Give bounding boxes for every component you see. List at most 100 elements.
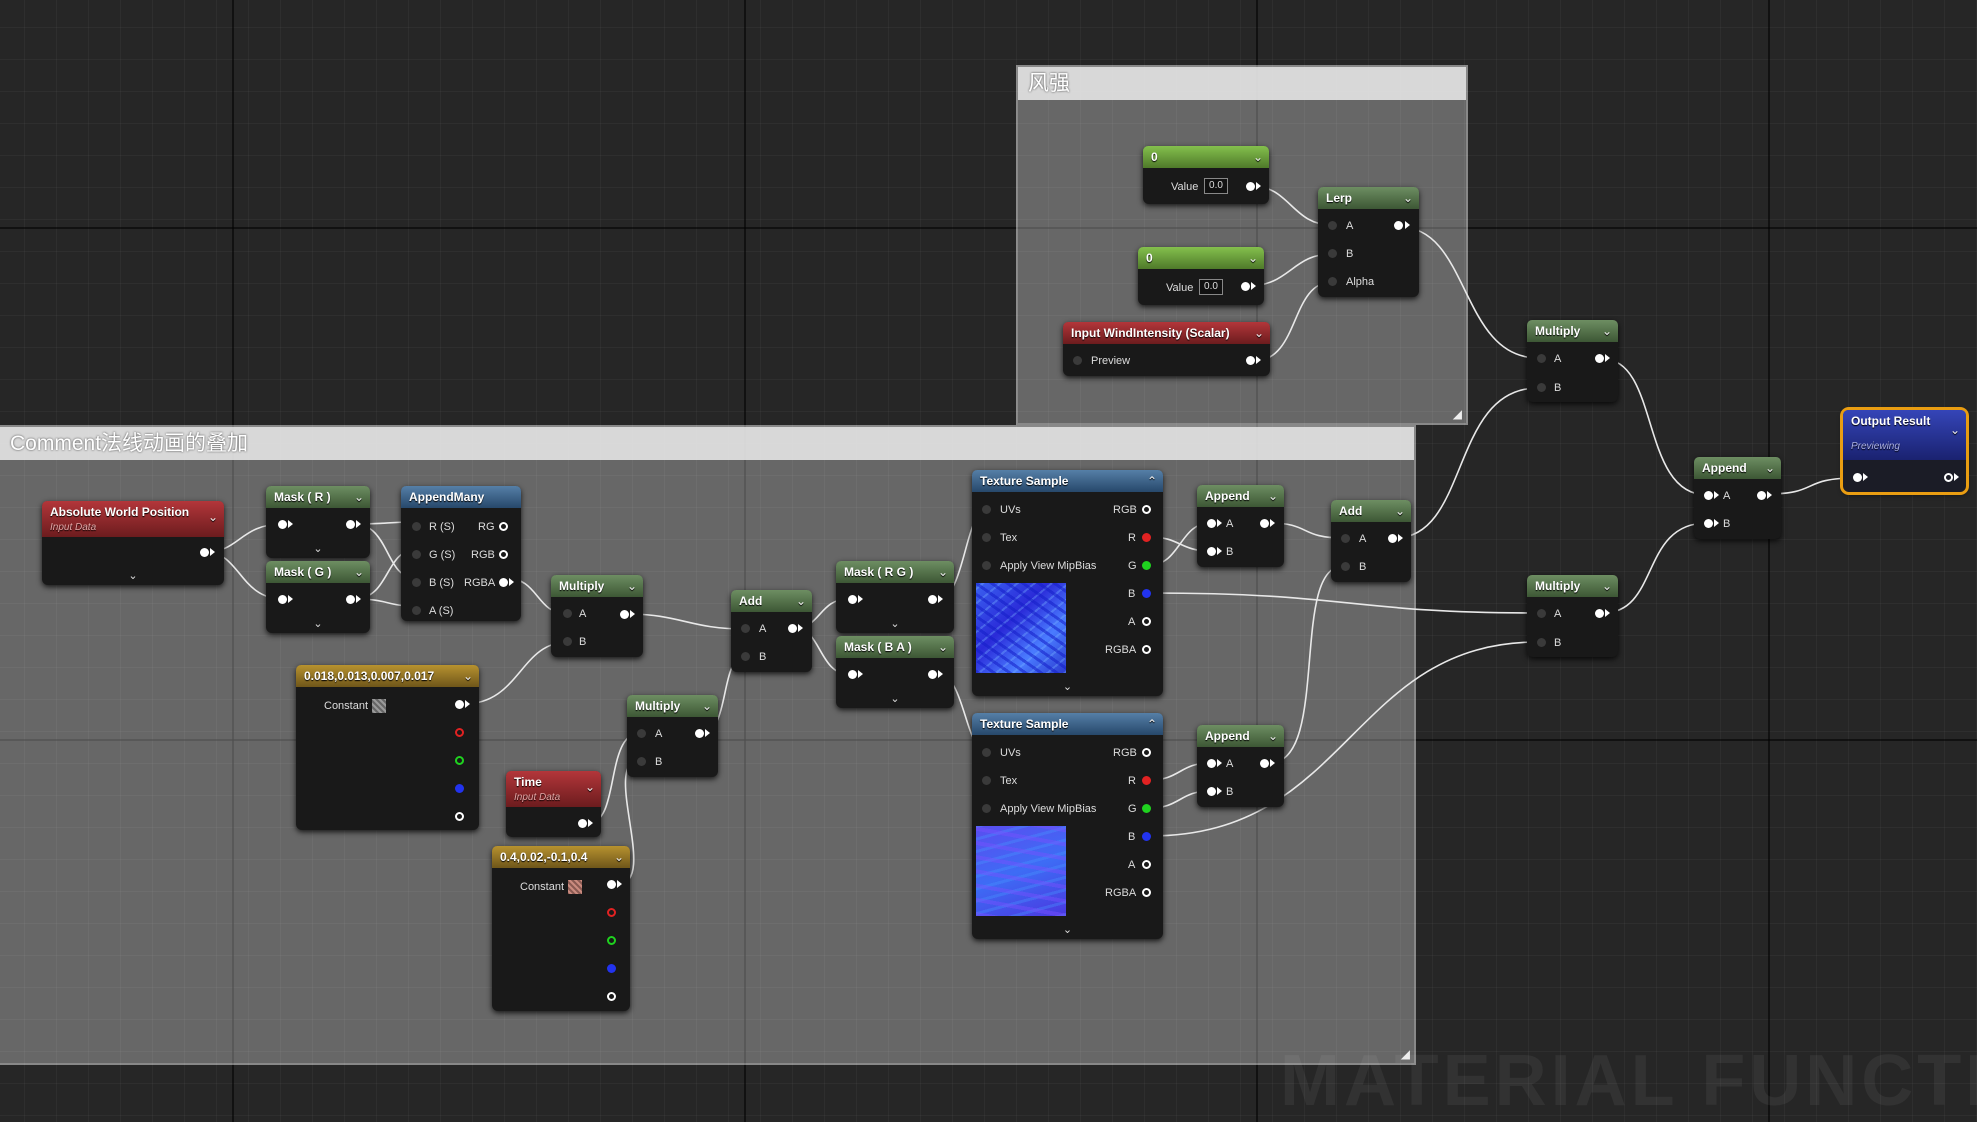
- output-pin-g[interactable]: [607, 936, 616, 945]
- node-header[interactable]: Mask ( B A ) ⌄: [836, 636, 954, 658]
- node-append-1[interactable]: Append ⌄ A B: [1197, 485, 1284, 567]
- input-pin-a[interactable]: [412, 606, 421, 615]
- output-pin-r[interactable]: [455, 728, 464, 737]
- output-pin[interactable]: [1246, 182, 1255, 191]
- comment-title[interactable]: Comment法线动画的叠加: [0, 427, 1414, 460]
- output-pin-g[interactable]: [1142, 561, 1151, 570]
- output-pin-b[interactable]: [455, 784, 464, 793]
- input-pin-a[interactable]: [1704, 491, 1713, 500]
- node-multiply-mid[interactable]: Multiply ⌄ A B: [1527, 575, 1618, 657]
- node-header[interactable]: Multiply ⌄: [627, 695, 718, 717]
- input-pin-a[interactable]: [741, 624, 750, 633]
- input-pin-b[interactable]: [1207, 787, 1216, 796]
- output-pin-g[interactable]: [455, 756, 464, 765]
- node-texture-sample-1[interactable]: Texture Sample ⌃ UVs Tex Apply View MipBi…: [972, 470, 1163, 696]
- input-pin-mipbias[interactable]: [982, 804, 991, 813]
- node-header[interactable]: Time Input Data ⌄: [506, 771, 601, 807]
- node-header[interactable]: Mask ( G ) ⌄: [266, 561, 370, 583]
- node-header[interactable]: Lerp ⌄: [1318, 187, 1419, 209]
- input-pin-b[interactable]: [1704, 519, 1713, 528]
- input-pin-b[interactable]: [637, 757, 646, 766]
- node-constant-4-b[interactable]: 0.4,0.02,-0.1,0.4 ⌄ Constant: [492, 846, 630, 1011]
- node-multiply-top[interactable]: Multiply ⌄ A B: [1527, 320, 1618, 402]
- chevron-down-icon[interactable]: ⌄: [1950, 422, 1960, 438]
- chevron-down-icon[interactable]: ⌄: [463, 665, 473, 687]
- expand-chevron-icon[interactable]: ⌄: [266, 617, 370, 630]
- output-pin[interactable]: [788, 624, 797, 633]
- output-pin-g[interactable]: [1142, 804, 1151, 813]
- input-pin-a[interactable]: [1537, 609, 1546, 618]
- expand-chevron-icon[interactable]: ⌄: [972, 680, 1163, 693]
- node-mask-g[interactable]: Mask ( G ) ⌄ ⌄: [266, 561, 370, 633]
- chevron-down-icon[interactable]: ⌄: [354, 486, 364, 508]
- node-append-final[interactable]: Append ⌄ A B: [1694, 457, 1781, 539]
- chevron-down-icon[interactable]: ⌄: [1253, 146, 1263, 168]
- node-header[interactable]: AppendMany: [401, 486, 521, 508]
- input-pin-b[interactable]: [1328, 249, 1337, 258]
- output-pin-r[interactable]: [1142, 533, 1151, 542]
- expand-chevron-icon[interactable]: ⌄: [266, 542, 370, 555]
- output-pin[interactable]: [1260, 759, 1269, 768]
- input-pin-b[interactable]: [563, 637, 572, 646]
- chevron-down-icon[interactable]: ⌄: [1602, 320, 1612, 342]
- output-pin-rgba[interactable]: [1142, 645, 1151, 654]
- input-pin-a[interactable]: [637, 729, 646, 738]
- output-pin-b[interactable]: [1142, 832, 1151, 841]
- node-add-mid[interactable]: Add ⌄ A B: [731, 590, 812, 672]
- node-absolute-world-position[interactable]: Absolute World Position Input Data ⌄ ⌄: [42, 501, 224, 585]
- input-pin-uvs[interactable]: [982, 748, 991, 757]
- output-pin[interactable]: [346, 520, 355, 529]
- value-input[interactable]: 0.0: [1204, 178, 1228, 194]
- input-pin-a[interactable]: [1537, 354, 1546, 363]
- node-time[interactable]: Time Input Data ⌄: [506, 771, 601, 837]
- node-mask-r[interactable]: Mask ( R ) ⌄ ⌄: [266, 486, 370, 558]
- input-pin[interactable]: [1853, 473, 1862, 482]
- node-header[interactable]: Append ⌄: [1197, 725, 1284, 747]
- input-pin-b[interactable]: [741, 652, 750, 661]
- chevron-down-icon[interactable]: ⌄: [1403, 187, 1413, 209]
- output-pin[interactable]: [1394, 221, 1403, 230]
- chevron-down-icon[interactable]: ⌄: [627, 575, 637, 597]
- output-pin[interactable]: [1246, 356, 1255, 365]
- output-pin-a[interactable]: [455, 812, 464, 821]
- chevron-down-icon[interactable]: ⌄: [354, 561, 364, 583]
- node-texture-sample-2[interactable]: Texture Sample ⌃ UVs Tex Apply View MipBi…: [972, 713, 1163, 939]
- node-output-result[interactable]: Output Result Previewing ⌄: [1843, 410, 1966, 492]
- output-pin[interactable]: [1388, 534, 1397, 543]
- output-pin-a[interactable]: [1142, 860, 1151, 869]
- output-pin[interactable]: [578, 819, 587, 828]
- node-multiply-2[interactable]: Multiply ⌄ A B: [627, 695, 718, 777]
- node-multiply-1[interactable]: Multiply ⌄ A B: [551, 575, 643, 657]
- output-pin[interactable]: [1241, 282, 1250, 291]
- output-pin[interactable]: [1260, 519, 1269, 528]
- chevron-down-icon[interactable]: ⌄: [1254, 322, 1264, 344]
- chevron-down-icon[interactable]: ⌄: [938, 636, 948, 658]
- node-header[interactable]: Multiply ⌄: [1527, 575, 1618, 597]
- input-pin-a[interactable]: [1341, 534, 1350, 543]
- output-pin[interactable]: [607, 880, 616, 889]
- node-header[interactable]: 0.018,0.013,0.007,0.017 ⌄: [296, 665, 479, 687]
- comment-title[interactable]: 风强: [1018, 67, 1466, 100]
- output-pin-rgba[interactable]: [1142, 888, 1151, 897]
- input-pin-b[interactable]: [1207, 547, 1216, 556]
- output-pin-a[interactable]: [1142, 617, 1151, 626]
- node-append-2[interactable]: Append ⌄ A B: [1197, 725, 1284, 807]
- expand-chevron-icon[interactable]: ⌄: [836, 692, 954, 705]
- expand-chevron-icon[interactable]: ⌄: [836, 617, 954, 630]
- node-header[interactable]: Output Result Previewing ⌄: [1843, 410, 1966, 460]
- input-pin-g[interactable]: [412, 550, 421, 559]
- output-pin[interactable]: [200, 548, 209, 557]
- output-pin-rgb[interactable]: [499, 550, 508, 559]
- node-header[interactable]: Texture Sample ⌃: [972, 713, 1163, 735]
- input-pin-b[interactable]: [412, 578, 421, 587]
- input-pin-tex[interactable]: [982, 776, 991, 785]
- output-pin[interactable]: [1595, 609, 1604, 618]
- chevron-down-icon[interactable]: ⌄: [702, 695, 712, 717]
- node-header[interactable]: 0 ⌄: [1143, 146, 1269, 168]
- input-pin-mipbias[interactable]: [982, 561, 991, 570]
- node-constant-0-a[interactable]: 0 ⌄ Value 0.0: [1143, 146, 1269, 204]
- node-mask-rg[interactable]: Mask ( R G ) ⌄ ⌄: [836, 561, 954, 633]
- node-header[interactable]: Append ⌄: [1197, 485, 1284, 507]
- node-constant-0-b[interactable]: 0 ⌄ Value 0.0: [1138, 247, 1264, 305]
- chevron-down-icon[interactable]: ⌄: [1765, 457, 1775, 479]
